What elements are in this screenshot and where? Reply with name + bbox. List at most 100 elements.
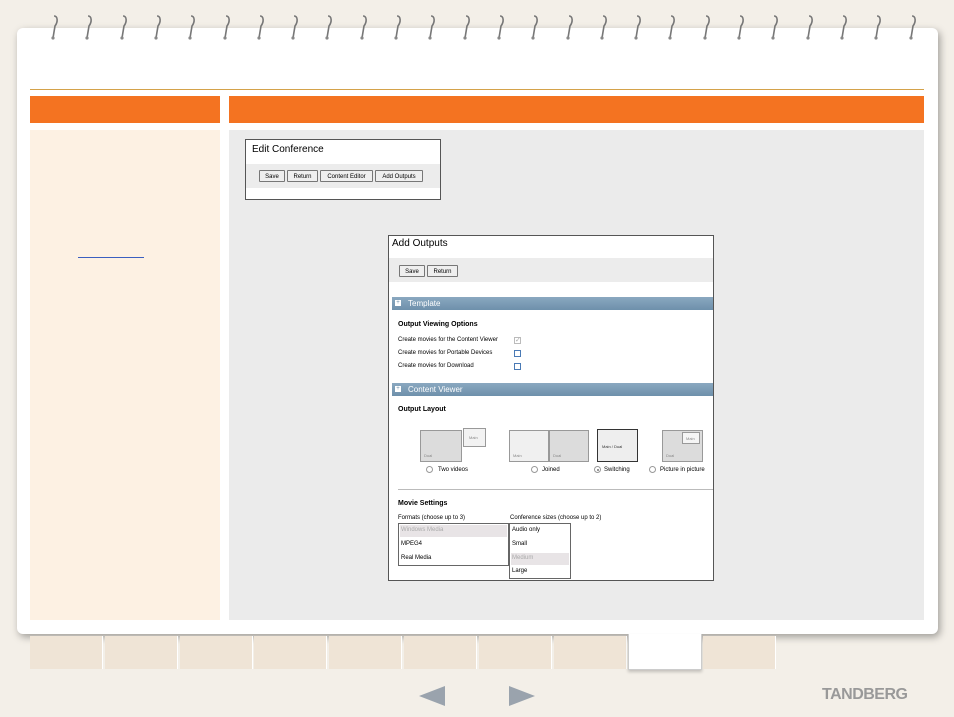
content-editor-button[interactable]: Content Editor — [320, 170, 373, 182]
add-outputs-title: Add Outputs — [392, 238, 448, 249]
content-viewer-section-label: Content Viewer — [408, 385, 463, 394]
save-button[interactable]: Save — [259, 170, 285, 182]
option-download-label: Create movies for Download — [398, 363, 474, 369]
layout-joined-thumb-left[interactable]: Main — [509, 430, 549, 462]
return-button[interactable]: Return — [287, 170, 318, 182]
list-item[interactable]: Large — [512, 568, 527, 574]
binder-ring-icon — [83, 14, 93, 40]
nav-tab-5[interactable] — [329, 636, 403, 669]
binder-ring-icon — [666, 14, 676, 40]
download-checkbox[interactable] — [514, 363, 521, 370]
formats-label: Formats (choose up to 3) — [398, 515, 466, 521]
binder-ring-icon — [804, 14, 813, 40]
nav-tab-6[interactable] — [404, 636, 477, 669]
thumb-label: Main — [513, 453, 522, 458]
binder-ring-icon — [49, 14, 58, 40]
edit-conference-title: Edit Conference — [252, 144, 324, 155]
option-portable-devices-label: Create movies for Portable Devices — [398, 350, 493, 356]
list-item[interactable]: Medium — [512, 555, 533, 561]
list-item[interactable]: Real Media — [401, 555, 431, 561]
binder-ring-icon — [289, 14, 299, 40]
binder-ring-icon — [426, 14, 436, 40]
binder-ring-icon — [323, 14, 333, 40]
nav-tab-8[interactable] — [553, 636, 627, 669]
add-outputs-button[interactable]: Add Outputs — [375, 170, 423, 182]
joined-radio[interactable] — [531, 466, 538, 473]
add-outputs-panel: Add Outputs Save Return + Template Outpu… — [388, 235, 714, 581]
binder-ring-icon — [529, 14, 539, 40]
binder-ring-icon — [358, 14, 367, 40]
binder-ring-icon — [632, 14, 642, 40]
nav-tab-9[interactable] — [628, 634, 703, 670]
two-videos-radio[interactable] — [426, 466, 433, 473]
thumb-label: Dual — [424, 453, 433, 458]
portable-devices-checkbox[interactable] — [514, 350, 521, 357]
left-arrow-icon[interactable] — [419, 686, 445, 711]
side-header-bar — [30, 96, 220, 123]
layout-pip-inner-thumb: Main — [682, 432, 700, 444]
layout-switching-thumb[interactable]: Main / Dual — [597, 429, 638, 462]
binder-ring-icon — [118, 14, 127, 40]
sizes-label: Conference sizes (choose up to 2) — [510, 515, 602, 521]
list-item[interactable]: Small — [512, 541, 527, 547]
layout-two-videos-thumb[interactable]: Dual — [420, 430, 462, 462]
binder-ring-icon — [701, 14, 710, 40]
binder-ring-icon — [907, 14, 916, 40]
edit-conference-toolbar: Save Return Content Editor Add Outputs — [246, 164, 440, 188]
two-videos-label: Two videos — [438, 467, 469, 473]
thumb-label: Dual — [666, 453, 675, 458]
thumb-label: Main — [686, 436, 695, 441]
content-viewer-checkbox[interactable] — [514, 336, 521, 344]
nav-tab-1[interactable] — [30, 636, 103, 669]
movie-settings-title: Movie Settings — [398, 500, 448, 507]
add-outputs-return-button[interactable]: Return — [427, 265, 458, 277]
layout-joined-thumb-right: Dual — [549, 430, 589, 462]
switching-radio[interactable] — [594, 466, 601, 473]
binder-ring-icon — [598, 14, 607, 40]
binder-ring-icon — [255, 14, 264, 40]
output-viewing-options-title: Output Viewing Options — [398, 321, 478, 328]
template-section-label: Template — [408, 299, 441, 308]
nav-tab-10[interactable] — [703, 636, 777, 669]
binder-ring-icon — [735, 14, 744, 40]
add-outputs-save-button[interactable]: Save — [399, 265, 425, 277]
layout-two-videos-small-thumb: Main — [463, 428, 486, 447]
formats-listbox[interactable]: Windows Media MPEG4 Real Media — [398, 523, 509, 566]
thumb-label: Main / Dual — [602, 444, 623, 449]
binder-ring-icon — [564, 14, 573, 40]
nav-tab-4[interactable] — [254, 636, 328, 669]
binder-ring-icon — [186, 14, 196, 40]
section-divider — [398, 489, 713, 490]
binder-ring-icon — [392, 14, 401, 40]
list-item[interactable]: MPEG4 — [401, 541, 422, 547]
template-section-header[interactable]: + Template — [392, 297, 713, 310]
nav-tab-3[interactable] — [179, 636, 253, 669]
nav-tab-2[interactable] — [104, 636, 178, 669]
sizes-listbox[interactable]: Audio only Small Medium Large — [509, 523, 571, 579]
right-arrow-icon[interactable] — [509, 686, 535, 711]
list-item[interactable]: Audio only — [512, 527, 540, 533]
binder-ring-icon — [769, 14, 779, 40]
content-viewer-section-header[interactable]: + Content Viewer — [392, 383, 713, 396]
expand-icon[interactable]: + — [395, 300, 401, 306]
list-item[interactable]: Windows Media — [401, 527, 443, 533]
pip-label: Picture in picture — [660, 467, 705, 473]
main-header-bar — [229, 96, 924, 123]
option-content-viewer-label: Create movies for the Content Viewer — [398, 337, 498, 343]
binder-ring-icon — [838, 14, 847, 40]
add-outputs-toolbar: Save Return — [389, 258, 713, 282]
binder-ring-icon — [872, 14, 882, 40]
brand-logo: TANDBERG — [822, 686, 908, 703]
output-layout-title: Output Layout — [398, 406, 446, 413]
binder-ring-icon — [152, 14, 161, 40]
side-link[interactable] — [78, 257, 144, 258]
thumb-label: Main — [469, 435, 478, 440]
nav-tab-7[interactable] — [478, 636, 552, 669]
edit-conference-panel: Edit Conference Save Return Content Edit… — [245, 139, 441, 200]
binder-ring-icon — [461, 14, 470, 40]
expand-icon[interactable]: + — [395, 386, 401, 392]
switching-label: Switching — [604, 467, 630, 473]
side-panel — [30, 130, 220, 620]
pip-radio[interactable] — [649, 466, 656, 473]
header-divider — [30, 89, 924, 90]
